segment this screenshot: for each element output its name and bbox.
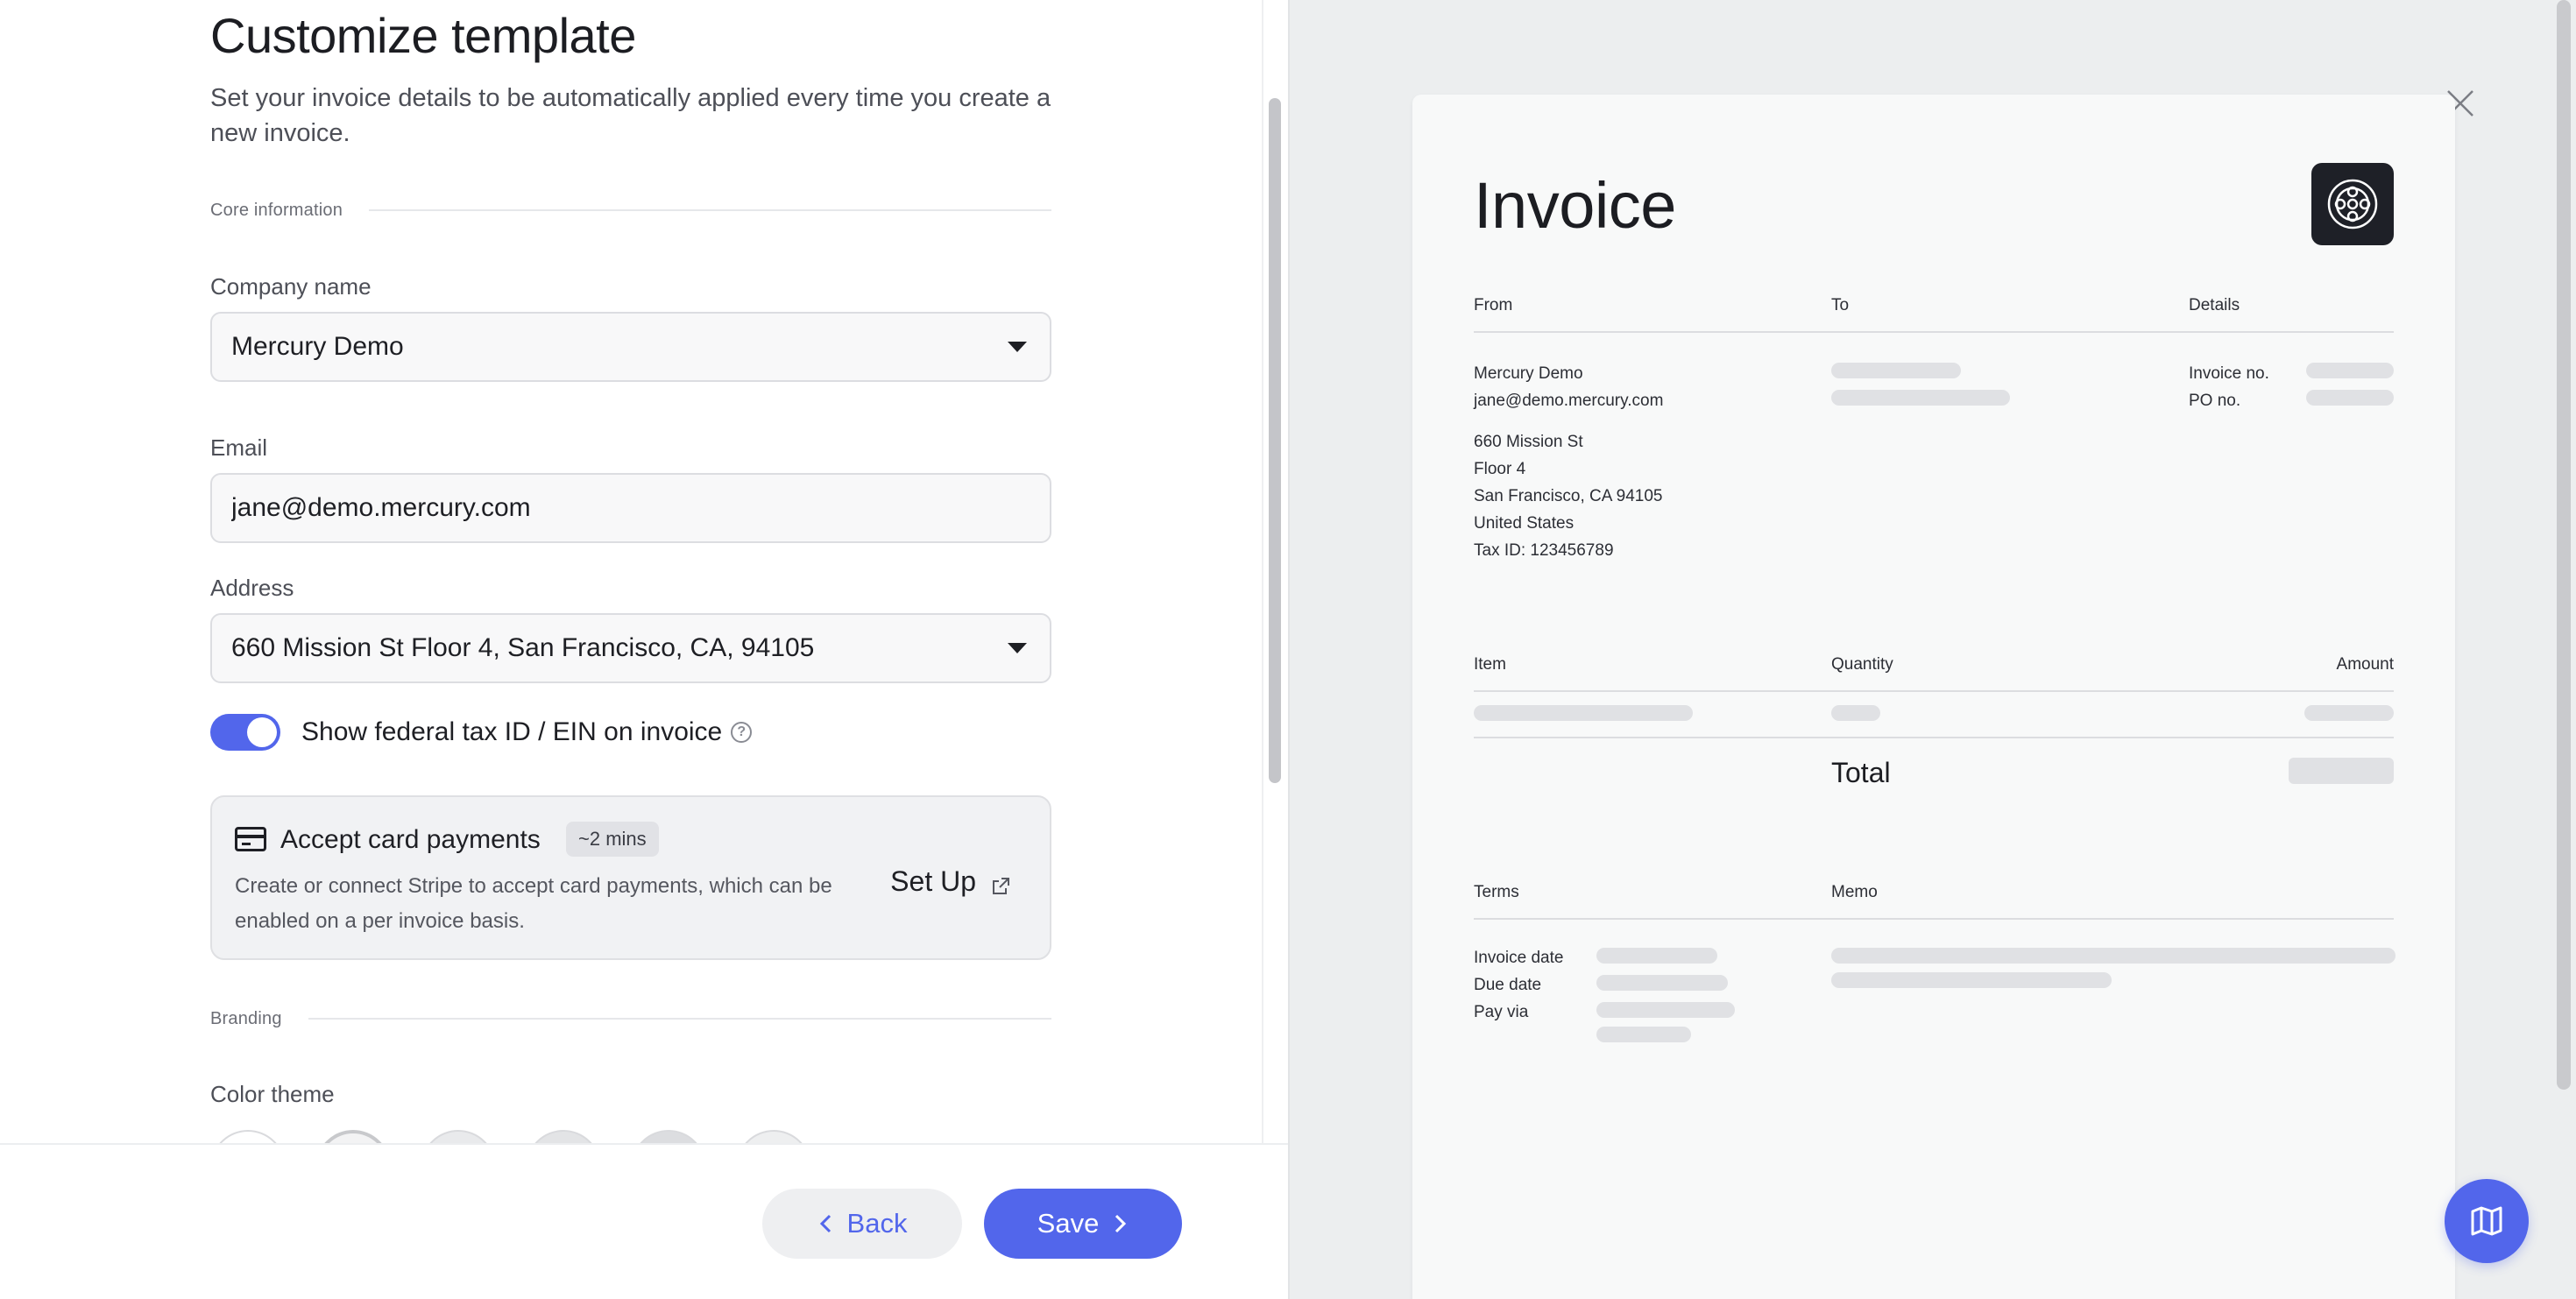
card-payments-description: Create or connect Stripe to accept card … [235,874,832,933]
from-tax-id: Tax ID: 123456789 [1474,541,1614,560]
section-branding-line [308,1018,1051,1020]
chevron-left-icon [819,1214,831,1233]
pay-via-skeleton [1596,1002,1735,1018]
set-up-button[interactable]: Set Up [890,865,1011,898]
left-scrollbar-thumb[interactable] [1269,98,1281,783]
color-swatch[interactable] [210,1130,286,1143]
back-label: Back [846,1208,908,1239]
invoice-no-skeleton [2306,363,2394,378]
toggle-knob [247,717,277,747]
invoice-preview: Invoice From To Details Mercury Demo jan… [1412,95,2455,1299]
header-details: Details [2189,296,2240,314]
section-branding: Branding [210,1006,1051,1032]
time-badge: ~2 mins [566,822,659,857]
address-value: 660 Mission St Floor 4, San Francisco, C… [231,633,815,662]
po-no-label: PO no. [2189,392,2241,410]
company-name-value: Mercury Demo [231,332,404,361]
back-button[interactable]: Back [762,1189,962,1259]
company-name-label: Company name [210,273,372,300]
external-link-icon [990,872,1011,894]
email-field-wrapper [210,473,1051,543]
to-skeleton [1831,363,1961,378]
memo-skeleton [1831,948,2396,964]
save-label: Save [1037,1208,1100,1239]
save-button[interactable]: Save [984,1189,1182,1259]
from-name: Mercury Demo [1474,364,1583,383]
guide-map-button[interactable] [2445,1179,2529,1263]
footer-bar: Back Save [0,1143,1288,1299]
address-label: Address [210,575,294,601]
section-core-information: Core information [210,197,1051,223]
header-item: Item [1474,655,1506,674]
template-form-pane: Customize template Set your invoice deta… [0,0,1262,1143]
invoice-no-label: Invoice no. [2189,364,2269,383]
chevron-down-icon [1008,643,1027,653]
address-select[interactable]: 660 Mission St Floor 4, San Francisco, C… [210,613,1051,683]
set-up-label: Set Up [890,865,976,897]
email-field[interactable] [231,493,1030,523]
header-memo: Memo [1831,883,1878,901]
due-date-skeleton [1596,975,1728,991]
right-scrollbar-thumb[interactable] [2557,0,2571,1090]
chevron-down-icon [1008,342,1027,352]
color-swatch[interactable] [736,1130,811,1143]
pay-via-label: Pay via [1474,1003,1529,1021]
chevron-right-icon [1115,1214,1127,1233]
from-email: jane@demo.mercury.com [1474,392,1664,410]
color-swatch[interactable] [315,1130,391,1143]
header-quantity: Quantity [1831,655,1893,674]
header-amount: Amount [2336,655,2394,674]
section-branding-label: Branding [210,1008,282,1028]
invoice-title: Invoice [1474,169,1676,242]
map-icon [2471,1206,2502,1236]
total-skeleton [2289,758,2394,784]
page-title: Customize template [210,8,636,63]
color-swatch[interactable] [421,1130,496,1143]
header-rule [1474,331,2394,333]
company-logo [2311,163,2394,245]
accept-card-payments-card: Accept card payments ~2 mins Create or c… [210,795,1051,960]
company-name-select[interactable]: Mercury Demo [210,312,1051,382]
header-to: To [1831,296,1850,314]
tax-id-toggle[interactable] [210,714,280,751]
card-payments-title: Accept card payments [280,825,541,854]
po-no-skeleton [2306,390,2394,406]
from-street: 660 Mission St [1474,433,1583,451]
pay-via-skeleton [1596,1027,1691,1042]
tax-id-toggle-label: Show federal tax ID / EIN on invoice [301,717,723,746]
header-from: From [1474,296,1513,314]
total-label: Total [1831,757,1891,788]
from-country: United States [1474,514,1575,533]
credit-card-icon [235,827,266,851]
color-theme-swatches [210,1130,811,1143]
logo-icon [2327,179,2378,229]
amount-skeleton [2304,705,2394,721]
from-floor: Floor 4 [1474,460,1526,478]
section-core-label: Core information [210,200,343,220]
item-skeleton [1474,705,1693,721]
color-swatch[interactable] [631,1130,706,1143]
memo-skeleton [1831,972,2112,988]
to-skeleton [1831,390,2010,406]
header-terms: Terms [1474,883,1519,901]
quantity-skeleton [1831,705,1880,721]
tax-id-toggle-row: Show federal tax ID / EIN on invoice ? [210,713,753,752]
items-rule [1474,690,2394,692]
from-city: San Francisco, CA 94105 [1474,487,1663,505]
color-theme-label: Color theme [210,1081,335,1107]
section-core-line [369,209,1051,211]
invoice-preview-pane: Invoice From To Details Mercury Demo jan… [1288,0,2576,1299]
terms-rule [1474,918,2394,920]
email-label: Email [210,434,268,461]
page-description: Set your invoice details to be automatic… [210,84,1051,147]
invoice-date-skeleton [1596,948,1717,964]
items-bottom-rule [1474,737,2394,738]
due-date-label: Due date [1474,976,1542,994]
invoice-date-label: Invoice date [1474,949,1564,967]
color-swatch[interactable] [526,1130,601,1143]
help-icon[interactable]: ? [731,722,753,743]
